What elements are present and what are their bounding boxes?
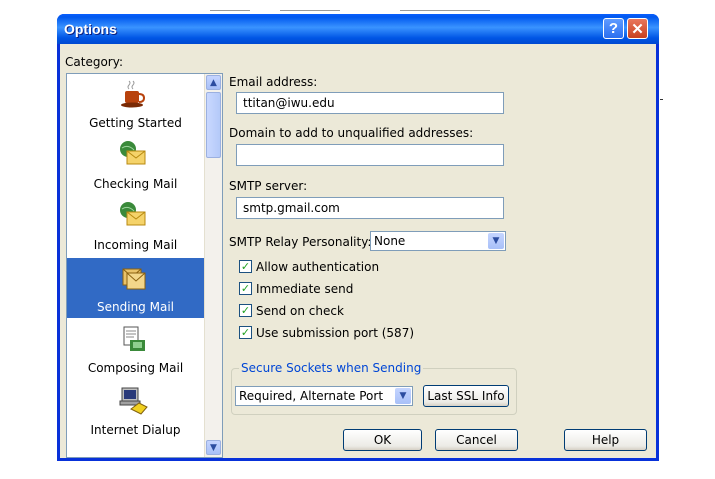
checkbox-label: Use submission port (587) [256,326,415,340]
category-scrollbar[interactable]: ▲ ▼ [204,74,222,457]
email-label: Email address: [229,75,318,89]
category-item-label: Internet Dialup [90,423,181,437]
dialog-body: Category: Getting Started Checking Mail … [60,44,656,458]
checkbox-label: Send on check [256,304,344,318]
composing-mail-icon [123,326,145,351]
checkbox-check-icon[interactable]: ✓ [239,326,252,339]
category-list[interactable]: Getting Started Checking Mail Incoming M… [66,73,223,458]
secure-sockets-group: Secure Sockets when Sending Required, Al… [231,361,517,415]
category-item-internet-dialup[interactable]: Internet Dialup [67,381,204,441]
category-item-incoming-mail[interactable]: Incoming Mail [67,196,204,256]
ssl-mode-select[interactable]: Required, Alternate Port ▼ [235,386,413,406]
background-line [280,10,340,11]
last-ssl-info-button[interactable]: Last SSL Info [423,385,509,407]
category-item-getting-started[interactable]: Getting Started [67,74,204,134]
help-icon[interactable]: ? [603,18,624,39]
scroll-down-icon[interactable]: ▼ [206,440,221,455]
computer-phone-icon [119,387,148,415]
checkbox-label: Allow authentication [256,260,380,274]
chevron-down-icon[interactable]: ▼ [395,388,411,404]
background-line [660,99,663,100]
mail-globe-icon [120,141,146,165]
category-item-label: Getting Started [89,116,182,130]
coffee-cup-icon [121,80,146,108]
relay-personality-select[interactable]: None ▼ [370,231,506,251]
ok-button[interactable]: OK [343,429,422,451]
options-dialog: Options ? ✕ Category: Getting Started Ch… [57,14,659,461]
secure-sockets-title: Secure Sockets when Sending [239,361,424,375]
category-item-sending-mail[interactable]: Sending Mail [67,258,204,318]
mail-globe-icon [120,202,146,226]
category-item-composing-mail[interactable]: Composing Mail [67,319,204,379]
checkbox-check-icon[interactable]: ✓ [239,304,252,317]
domain-label: Domain to add to unqualified addresses: [229,126,474,140]
title-bar[interactable]: Options ? ✕ [57,14,659,44]
category-item-checking-mail[interactable]: Checking Mail [67,135,204,195]
ssl-mode-value: Required, Alternate Port [239,389,384,403]
background-line [400,10,490,11]
smtp-server-field[interactable] [236,197,504,219]
sending-mail-icon [122,268,146,290]
checkbox-check-icon[interactable]: ✓ [239,282,252,295]
smtp-label: SMTP server: [229,179,308,193]
domain-field[interactable] [236,144,504,166]
relay-value: None [374,234,406,248]
category-item-label: Checking Mail [93,177,178,191]
category-item-label: Sending Mail [97,300,174,314]
category-item-label: Incoming Mail [93,238,178,252]
relay-label: SMTP Relay Personality: [229,235,372,249]
checkbox-label: Immediate send [256,282,354,296]
scroll-up-icon[interactable]: ▲ [206,75,221,90]
background-line [210,10,250,11]
chevron-down-icon[interactable]: ▼ [488,233,504,249]
close-icon[interactable]: ✕ [627,18,648,39]
email-field[interactable] [236,92,504,114]
scroll-thumb[interactable] [206,92,221,158]
category-item-label: Composing Mail [87,361,184,375]
window-title: Options [64,21,117,37]
checkbox-check-icon[interactable]: ✓ [239,260,252,273]
category-label: Category: [65,55,123,69]
cancel-button[interactable]: Cancel [435,429,518,451]
help-button[interactable]: Help [564,429,647,451]
